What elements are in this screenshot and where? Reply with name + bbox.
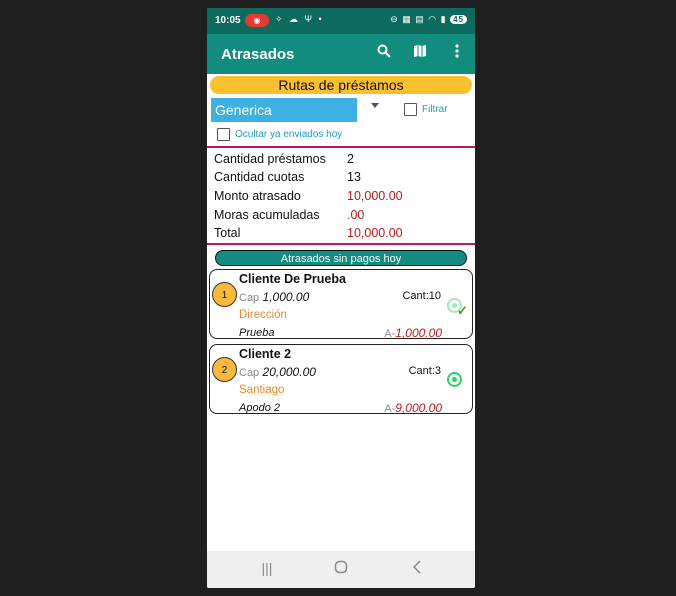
summary-value: 10,000.00 (347, 189, 403, 203)
filter-label: Filtrar (422, 104, 448, 115)
dropdown-arrow-icon[interactable] (371, 103, 379, 108)
client-address: Santiago (239, 384, 285, 396)
hide-sent-checkbox[interactable] (217, 128, 230, 141)
summary-label: Monto atrasado (214, 189, 301, 203)
system-nav-bar: ||| (207, 551, 475, 588)
hide-sent-label: Ocultar ya enviados hoy (235, 129, 343, 140)
client-late-amount: A-9,000.00 (384, 401, 442, 415)
system-icons: ⊖ ▦ ▤ ◠ ▮ 45 (390, 14, 467, 25)
summary-value: 13 (347, 170, 361, 184)
notification-icons: ✧ ☁ Ψ • (275, 14, 324, 24)
client-nickname: Prueba (239, 327, 275, 339)
phone-screen: 10:05 ◉ ✧ ☁ Ψ • ⊖ ▦ ▤ ◠ ▮ 45 Atrasados R… (207, 8, 475, 588)
client-card[interactable]: 1 Cliente De Prueba Cap 1,000.00 Cant:10… (209, 269, 473, 340)
whatsapp-icon[interactable] (447, 372, 462, 387)
map-icon[interactable] (410, 44, 430, 62)
more-vert-icon[interactable] (447, 44, 467, 62)
client-address: Dirección (239, 309, 287, 321)
app-bar: Atrasados (207, 34, 475, 74)
client-installments: Cant:10 (402, 290, 441, 302)
filter-checkbox[interactable] (404, 103, 417, 116)
divider (207, 146, 475, 148)
status-time: 10:05 (215, 15, 241, 26)
client-nickname: Apodo 2 (239, 402, 280, 414)
section-title: Atrasados sin pagos hoy (215, 250, 467, 266)
status-bar: 10:05 ◉ ✧ ☁ Ψ • ⊖ ▦ ▤ ◠ ▮ 45 (207, 8, 475, 34)
summary-label: Cantidad cuotas (214, 170, 305, 184)
client-number-badge: 2 (212, 357, 237, 382)
summary-label: Cantidad préstamos (214, 152, 326, 166)
client-capital: Cap 1,000.00 (239, 290, 310, 304)
recent-apps-icon[interactable]: ||| (255, 560, 279, 576)
home-icon[interactable] (329, 560, 353, 577)
client-installments: Cant:3 (408, 365, 441, 377)
routes-title: Rutas de préstamos (210, 76, 472, 94)
route-dropdown[interactable]: Generica (211, 98, 357, 122)
summary-value: .00 (347, 208, 365, 222)
client-name: Cliente 2 (239, 347, 292, 361)
summary-value: 10,000.00 (347, 226, 403, 240)
client-number-badge: 1 (212, 282, 237, 307)
divider (207, 243, 475, 245)
back-icon[interactable] (405, 560, 429, 577)
main-content: Rutas de préstamos Generica Filtrar Ocul… (207, 74, 475, 551)
battery-icon: 45 (450, 15, 467, 24)
screen-record-icon: ◉ (245, 14, 269, 27)
client-card[interactable]: 2 Cliente 2 Cap 20,000.00 Cant:3 Santiag… (209, 344, 473, 415)
search-icon[interactable] (374, 44, 394, 62)
client-name: Cliente De Prueba (239, 272, 346, 286)
summary-label: Moras acumuladas (214, 208, 320, 222)
summary-value: 2 (347, 152, 354, 166)
page-title: Atrasados (221, 46, 295, 63)
client-late-amount: A-1,000.00 (384, 326, 442, 340)
summary-label: Total (214, 226, 241, 240)
client-capital: Cap 20,000.00 (239, 365, 316, 379)
check-icon: ✓ (457, 303, 468, 318)
